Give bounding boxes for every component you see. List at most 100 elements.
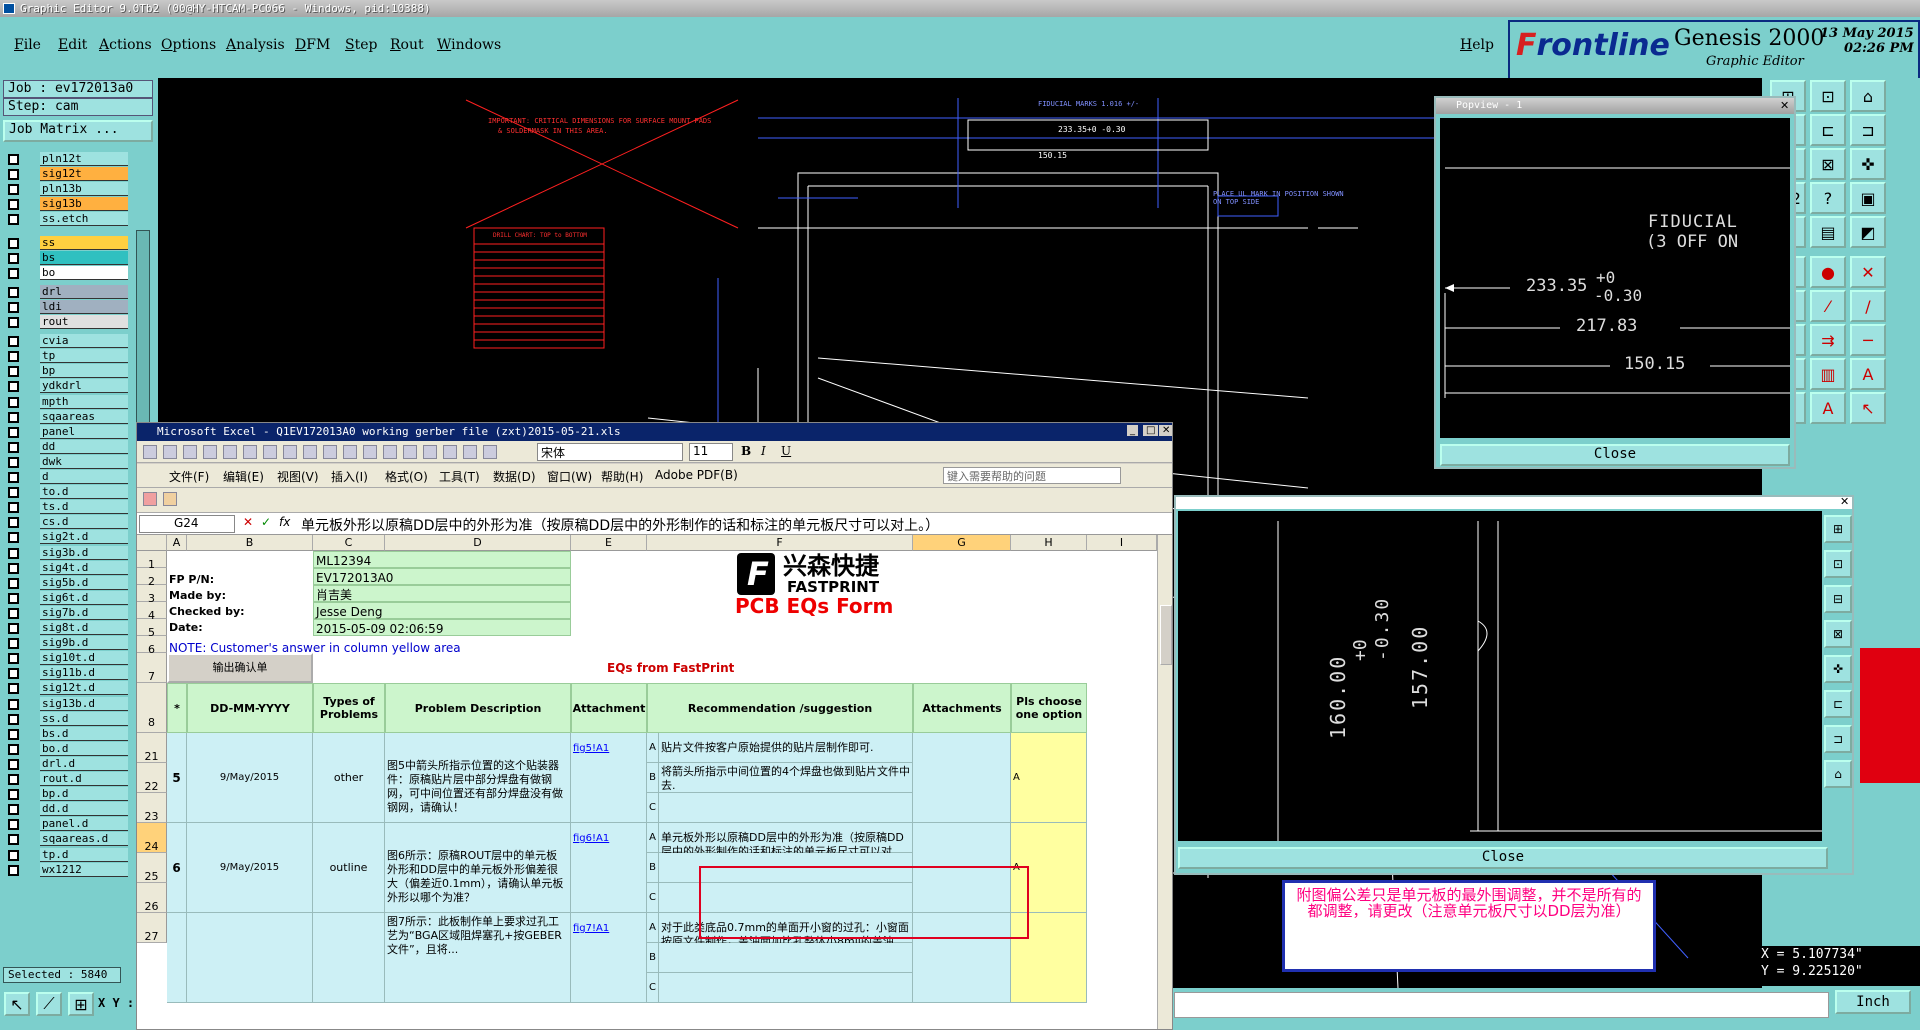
- layer-checkbox[interactable]: [8, 653, 19, 665]
- toolbar-button-icon[interactable]: [263, 445, 277, 459]
- option-letter[interactable]: B: [647, 943, 659, 973]
- layer-checkbox[interactable]: [8, 336, 19, 348]
- command-input[interactable]: [1174, 992, 1829, 1018]
- menu-step[interactable]: Step: [345, 37, 377, 53]
- column-header[interactable]: F: [647, 535, 913, 551]
- name-box[interactable]: G24: [139, 515, 235, 533]
- menu-rout[interactable]: Rout: [390, 37, 424, 53]
- layers-c-icon[interactable]: ▤: [1810, 216, 1846, 248]
- row-header[interactable]: 27: [137, 913, 167, 943]
- layer-name[interactable]: tp: [40, 349, 128, 364]
- pointer-icon[interactable]: ↖: [4, 992, 30, 1016]
- menu-help[interactable]: Help: [1460, 37, 1494, 53]
- layer-row[interactable]: sig12t.d: [6, 681, 128, 696]
- layer-name[interactable]: sig6t.d: [40, 590, 128, 605]
- toolbar-button-icon[interactable]: [223, 445, 237, 459]
- menu-edit[interactable]: Edit: [58, 37, 87, 53]
- layer-name[interactable]: ydkdrl: [40, 379, 128, 394]
- column-header[interactable]: G: [913, 535, 1011, 551]
- layer-checkbox[interactable]: [8, 804, 19, 816]
- row-header[interactable]: 3: [137, 585, 167, 605]
- row-header[interactable]: 22: [137, 763, 167, 793]
- layer-row[interactable]: sig4t.d: [6, 560, 128, 575]
- layer-name[interactable]: panel.d: [40, 817, 128, 832]
- layer-checkbox[interactable]: [8, 562, 19, 574]
- pv2-home-icon[interactable]: ⌂: [1824, 760, 1852, 788]
- layer-name[interactable]: bp: [40, 364, 128, 379]
- row-date[interactable]: [187, 913, 313, 1003]
- toolbar-button-icon[interactable]: [303, 445, 317, 459]
- layer-row[interactable]: dd: [6, 439, 128, 454]
- layer-row[interactable]: sig2t.d: [6, 530, 128, 545]
- layer-row[interactable]: sig7b.d: [6, 605, 128, 620]
- layer-row[interactable]: sig3b.d: [6, 545, 128, 560]
- row-header[interactable]: 4: [137, 602, 167, 622]
- layer-name[interactable]: sig12t.d: [40, 681, 128, 696]
- fit-screen-icon[interactable]: ⊡: [1810, 80, 1846, 112]
- toolbar-button-icon[interactable]: [163, 445, 177, 459]
- layer-name[interactable]: to.d: [40, 485, 128, 500]
- toolbar-button-icon[interactable]: [323, 445, 337, 459]
- row-header[interactable]: 25: [137, 853, 167, 883]
- layer-name[interactable]: dd.d: [40, 802, 128, 817]
- toolbar-button-icon[interactable]: [403, 445, 417, 459]
- option-c-text[interactable]: [659, 793, 913, 823]
- row-description[interactable]: 图7所示：此板制作单上要求过孔工艺为“BGA区域阻焊塞孔+按GEBER文件”，且…: [385, 913, 571, 1003]
- layer-row[interactable]: sig13b: [6, 197, 128, 212]
- underline-button[interactable]: U: [781, 444, 791, 458]
- menu-analysis[interactable]: Analysis: [226, 37, 285, 53]
- option-letter[interactable]: A: [647, 823, 659, 853]
- layer-checkbox[interactable]: [8, 441, 19, 453]
- layer-row[interactable]: dwk: [6, 454, 128, 469]
- layer-checkbox[interactable]: [8, 517, 19, 529]
- layer-name[interactable]: dwk: [40, 454, 128, 469]
- layer-name[interactable]: bo.d: [40, 741, 128, 756]
- layer-row[interactable]: mpth: [6, 394, 128, 409]
- select-all[interactable]: [137, 535, 167, 551]
- row-header[interactable]: 6: [137, 636, 167, 656]
- toolbar-button-icon[interactable]: [203, 445, 217, 459]
- mirror-icon[interactable]: ⇉: [1810, 324, 1846, 356]
- toolbar-button-icon[interactable]: [183, 445, 197, 459]
- row-header[interactable]: 24: [137, 823, 167, 853]
- layer-name[interactable]: sig3b.d: [40, 545, 128, 560]
- layer-row[interactable]: panel.d: [6, 817, 128, 832]
- option-letter[interactable]: C: [647, 883, 659, 913]
- layer-checkbox[interactable]: [8, 849, 19, 861]
- layer-row[interactable]: sig11b.d: [6, 666, 128, 681]
- option-letter[interactable]: A: [647, 733, 659, 763]
- row-type[interactable]: [313, 913, 385, 1003]
- layer-checkbox[interactable]: [8, 668, 19, 680]
- row-number[interactable]: 5: [167, 733, 187, 823]
- toolbar-button-icon[interactable]: [283, 445, 297, 459]
- layer-name[interactable]: drl: [40, 284, 128, 299]
- layer-name[interactable]: mpth: [40, 394, 128, 409]
- layer-row[interactable]: tp: [6, 349, 128, 364]
- output-confirm-button[interactable]: 输出确认单: [167, 653, 313, 683]
- layer-row[interactable]: ts.d: [6, 500, 128, 515]
- select-a-icon[interactable]: ↖: [1850, 392, 1886, 424]
- layer-row[interactable]: sig5b.d: [6, 575, 128, 590]
- column-header[interactable]: H: [1011, 535, 1087, 551]
- layer-checkbox[interactable]: [8, 592, 19, 604]
- layer-checkbox[interactable]: [8, 819, 19, 831]
- excel-menu-item[interactable]: 数据(D): [493, 468, 536, 485]
- size-select[interactable]: 11: [689, 443, 733, 461]
- layer-checkbox[interactable]: [8, 286, 19, 298]
- layer-row[interactable]: sig9b.d: [6, 636, 128, 651]
- layer-row[interactable]: drl: [6, 284, 128, 299]
- layer-name[interactable]: sig4t.d: [40, 560, 128, 575]
- layer-checkbox[interactable]: [8, 758, 19, 770]
- cell-made[interactable]: 肖吉美: [313, 585, 571, 602]
- layer-checkbox[interactable]: [8, 864, 19, 876]
- layer-name[interactable]: dd: [40, 439, 128, 454]
- toolbar-button-icon[interactable]: [383, 445, 397, 459]
- pdf-icon[interactable]: [143, 492, 157, 506]
- dot-icon[interactable]: ●: [1810, 256, 1846, 288]
- option-letter[interactable]: A: [647, 913, 659, 943]
- close-icon[interactable]: ✕: [1159, 425, 1172, 436]
- layer-checkbox[interactable]: [8, 301, 19, 313]
- excel-menu-item[interactable]: 窗口(W): [547, 468, 592, 485]
- layer-checkbox[interactable]: [8, 623, 19, 634]
- layer-checkbox[interactable]: [8, 214, 19, 226]
